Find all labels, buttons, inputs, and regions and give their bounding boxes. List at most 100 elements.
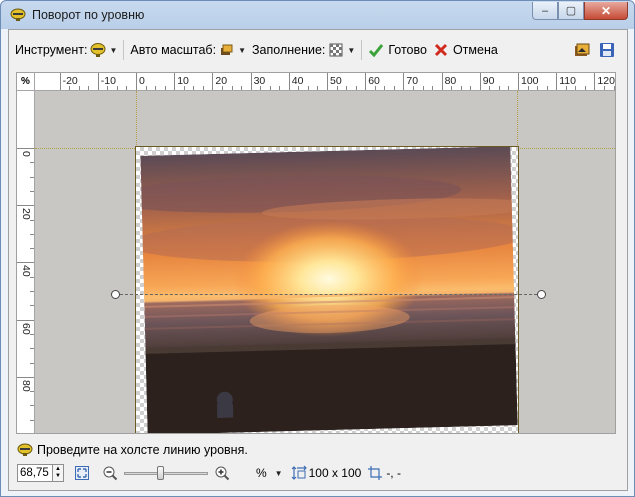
ruler-minor-tick — [30, 333, 34, 335]
ruler-tick — [212, 73, 214, 90]
ruler-minor-tick — [603, 86, 605, 90]
fill-label: Заполнение: — [252, 43, 326, 57]
ruler-minor-tick — [126, 86, 128, 90]
ruler-tick — [17, 262, 34, 264]
ruler-tick — [17, 148, 34, 149]
cancel-button[interactable]: Отмена — [433, 42, 498, 58]
save-icon[interactable] — [599, 42, 615, 58]
level-line[interactable] — [115, 294, 542, 295]
ruler-top-label: 110 — [559, 75, 576, 87]
position-icon — [368, 466, 383, 480]
units-selector[interactable]: % — [256, 466, 267, 480]
ruler-minor-tick — [164, 86, 166, 90]
ruler-minor-tick — [384, 86, 386, 90]
hint-text: Проведите на холсте линию уровня. — [37, 443, 248, 457]
ruler-minor-tick — [30, 162, 34, 164]
ruler-minor-tick — [298, 86, 300, 90]
ruler-minor-tick — [307, 86, 309, 90]
fit-icon — [75, 466, 89, 480]
cursor-position-value: -, - — [386, 466, 401, 480]
hint-bar: Проведите на холсте линию уровня. — [17, 443, 248, 457]
ruler-tick — [327, 73, 328, 90]
done-button[interactable]: Готово — [368, 42, 427, 58]
ruler-minor-tick — [30, 348, 34, 350]
zoom-out-button[interactable] — [100, 463, 120, 483]
dialog-body: Инструмент: ▼ Авто масштаб: ▼ Заполнение… — [8, 29, 628, 491]
zoom-in-button[interactable] — [212, 463, 232, 483]
maximize-button[interactable]: ▢ — [558, 2, 584, 20]
ruler-minor-tick — [269, 86, 271, 90]
ruler-minor-tick — [30, 362, 34, 364]
cancel-label: Отмена — [452, 43, 498, 57]
ruler-tick — [17, 205, 34, 207]
ruler-minor-tick — [107, 86, 109, 90]
image-size-value: 100 x 100 — [308, 466, 362, 480]
ruler-minor-tick — [88, 86, 90, 90]
autoscale-selector[interactable]: Авто масштаб: ▼ — [130, 42, 246, 58]
canvas-area[interactable]: % -20 -10 0 10 20 30 40 50 60 70 80 90 100 110 120 0 20… — [16, 72, 616, 434]
ruler-tick — [403, 73, 405, 90]
image-open-icon[interactable] — [574, 42, 590, 58]
ruler-minor-tick — [221, 86, 223, 90]
zoom-slider-thumb[interactable] — [157, 466, 164, 480]
close-icon — [434, 43, 448, 57]
ruler-minor-tick — [613, 86, 615, 90]
autoscale-icon — [221, 44, 233, 55]
ruler-tick — [594, 73, 596, 90]
ruler-minor-tick — [30, 219, 34, 221]
ruler-tick — [17, 376, 34, 378]
toolbar: Инструмент: ▼ Авто масштаб: ▼ Заполнение… — [9, 30, 627, 70]
ruler-minor-tick — [565, 86, 567, 90]
ruler-minor-tick — [30, 391, 34, 393]
done-label: Готово — [388, 43, 427, 57]
ruler-minor-tick — [30, 190, 34, 192]
chevron-down-icon[interactable]: ▼ — [275, 469, 283, 478]
ruler-minor-tick — [260, 86, 262, 90]
title-bar[interactable]: Поворот по уровню – ▢ ✕ — [1, 1, 634, 29]
zoom-stepper[interactable]: ▲ ▼ — [53, 464, 64, 482]
fill-selector[interactable]: Заполнение: ▼ — [252, 42, 355, 58]
checkmark-icon — [369, 44, 384, 58]
ruler-minor-tick — [584, 86, 586, 90]
ruler-top-label: -20 — [62, 75, 78, 87]
ruler-minor-tick — [279, 86, 281, 90]
ruler-minor-tick — [508, 86, 510, 90]
level-tool-icon — [90, 43, 106, 57]
ruler-tick — [250, 73, 252, 90]
ruler-tick — [59, 73, 61, 90]
zoom-slider[interactable] — [124, 463, 208, 483]
ruler-minor-tick — [346, 86, 348, 90]
ruler-tick — [556, 73, 558, 90]
ruler-minor-tick — [451, 86, 453, 90]
toolbar-separator — [361, 40, 363, 60]
ruler-minor-tick — [575, 86, 577, 90]
ruler-minor-tick — [193, 86, 195, 90]
zoom-out-icon — [103, 466, 118, 481]
ruler-minor-tick — [412, 86, 414, 90]
ruler-minor-tick — [183, 86, 185, 90]
level-rotate-window: Поворот по уровню – ▢ ✕ Инструмент: ▼ Ав… — [0, 0, 635, 497]
ruler-minor-tick — [537, 86, 539, 90]
ruler-top-label: 120 — [597, 75, 615, 87]
image-frame — [135, 146, 519, 433]
zoom-input[interactable] — [17, 464, 53, 482]
fit-to-window-button[interactable] — [72, 463, 92, 483]
ruler-minor-tick — [546, 86, 548, 90]
tool-selector[interactable]: Инструмент: ▼ — [15, 42, 117, 58]
autoscale-label: Авто масштаб: — [130, 43, 217, 57]
ruler-tick — [174, 73, 176, 90]
close-button[interactable]: ✕ — [584, 2, 628, 20]
level-handle-left[interactable] — [111, 290, 120, 299]
ruler-left-label: 0 — [20, 151, 32, 157]
ruler-minor-tick — [489, 86, 491, 90]
ruler-minor-tick — [422, 86, 424, 90]
ruler-tick — [518, 73, 519, 90]
ruler-minor-tick — [393, 86, 395, 90]
level-handle-right[interactable] — [537, 290, 546, 299]
ruler-tick — [17, 319, 34, 321]
ruler-minor-tick — [30, 405, 34, 407]
ruler-unit: % — [17, 73, 35, 91]
ruler-minor-tick — [241, 86, 243, 90]
minimize-button[interactable]: – — [532, 2, 558, 20]
ruler-left: 020406080100 — [17, 91, 35, 433]
